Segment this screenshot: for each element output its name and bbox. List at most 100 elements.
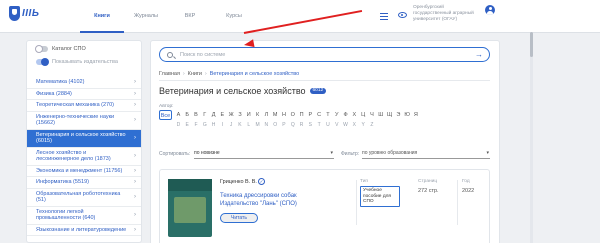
alphabet-letter[interactable]: Ц	[359, 110, 368, 120]
alphabet-letter[interactable]: N	[262, 120, 271, 130]
alphabet-letter[interactable]: J	[227, 120, 236, 130]
alphabet-letter[interactable]: У	[332, 110, 341, 120]
toggle-switch-off[interactable]	[35, 45, 48, 53]
alphabet-letter[interactable]: Л	[262, 110, 271, 120]
toggle-spo-catalog[interactable]: Каталог СПО	[35, 45, 86, 53]
alphabet-filter: Все А Б В Г Д Е Ж З И К Л М Н О П Р С Т У Ф Х Ц Ч Ш Щ Э Ю Я DEFGHIJK…	[159, 110, 490, 130]
alphabet-letter[interactable]: В	[192, 110, 201, 120]
caret-down-icon: ▾	[486, 150, 489, 156]
book-title[interactable]: Техника дрессировки собак	[220, 193, 297, 199]
user-account-icon[interactable]	[485, 5, 495, 15]
book-publisher[interactable]: Издательство "Лань" (СПО)	[220, 201, 297, 207]
alphabet-all-button[interactable]: Все	[159, 110, 172, 120]
category-item-active[interactable]: Ветеринария и сельское хозяйство (6015) ›	[27, 129, 141, 148]
search-bar[interactable]: →	[159, 47, 490, 62]
alphabet-letter[interactable]: E	[183, 120, 192, 130]
chevron-right-icon: ›	[134, 167, 136, 174]
accessibility-eye-icon[interactable]	[398, 12, 407, 18]
alphabet-letter[interactable]: R	[297, 120, 306, 130]
alphabet-letter[interactable]: Р	[306, 110, 315, 120]
alphabet-letter[interactable]: Я	[412, 110, 421, 120]
alphabet-letter[interactable]: З	[236, 110, 245, 120]
toggle-show-publishers[interactable]: Показывать издательства	[36, 58, 118, 66]
alphabet-letter[interactable]: G	[200, 120, 209, 130]
book-cover-image[interactable]	[168, 179, 212, 237]
alphabet-letter[interactable]: Ж	[227, 110, 236, 120]
breadcrumb-books[interactable]: Книги	[188, 71, 202, 77]
alphabet-letter[interactable]: Б	[183, 110, 192, 120]
category-item[interactable]: Инженерно-технические науки (15662) ›	[27, 112, 141, 130]
alphabet-letter[interactable]: H	[209, 120, 218, 130]
category-item[interactable]: Экономика и менеджмент (11756) ›	[27, 166, 141, 177]
alphabet-letter[interactable]: С	[315, 110, 324, 120]
alphabet-letter[interactable]: Е	[218, 110, 227, 120]
alphabet-letter[interactable]: Н	[280, 110, 289, 120]
toggle-switch-on[interactable]	[36, 58, 49, 66]
nav-tab-journals[interactable]: Журналы	[124, 0, 168, 33]
main-content: → Главная › Книги › Ветеринария и сельск…	[150, 40, 500, 243]
book-author[interactable]: Гриценко В. В.	[220, 179, 257, 185]
alphabet-letter[interactable]: К	[253, 110, 262, 120]
alphabet-letter[interactable]: Ч	[368, 110, 377, 120]
nav-tab-courses[interactable]: Курсы	[212, 0, 256, 33]
alphabet-letter[interactable]: M	[253, 120, 262, 130]
logo[interactable]: IIIЬ	[9, 6, 39, 21]
alphabet-letter[interactable]: O	[271, 120, 280, 130]
alphabet-letter[interactable]: F	[192, 120, 201, 130]
breadcrumb-home[interactable]: Главная	[159, 71, 180, 77]
alphabet-letter[interactable]: О	[288, 110, 297, 120]
alphabet-letter[interactable]: Х	[350, 110, 359, 120]
category-item[interactable]: Информатика (5519) ›	[27, 177, 141, 189]
alphabet-letter[interactable]: Z	[368, 120, 377, 130]
category-item[interactable]: Образовательная робототехника (51) ›	[27, 189, 141, 207]
alphabet-letter[interactable]: W	[341, 120, 350, 130]
alphabet-letter[interactable]: T	[315, 120, 324, 130]
arrow-right-icon[interactable]: →	[475, 50, 483, 60]
alphabet-letter[interactable]: X	[350, 120, 359, 130]
alphabet-letter[interactable]: Щ	[385, 110, 394, 120]
alphabet-letter[interactable]: U	[324, 120, 333, 130]
read-button[interactable]: Читать	[220, 213, 258, 223]
alphabet-letter[interactable]: И	[244, 110, 253, 120]
category-item[interactable]: Языкознание и литературоведение ›	[27, 225, 141, 236]
search-icon	[167, 51, 173, 58]
category-item[interactable]: Математика (4102) ›	[27, 77, 141, 89]
pages-header: Страниц	[418, 179, 438, 184]
category-item[interactable]: Теоретическая механика (270) ›	[27, 100, 141, 112]
nav-tab-vkr[interactable]: ВКР	[168, 0, 212, 33]
alphabet-letter[interactable]: Ф	[341, 110, 350, 120]
alphabet-letter[interactable]: М	[271, 110, 280, 120]
alphabet-letter[interactable]: Y	[359, 120, 368, 130]
filter-select[interactable]: по уровню образования ▾	[362, 148, 490, 159]
category-list: Математика (4102) › Физика (2884) › Теорет…	[27, 77, 141, 236]
alphabet-letter[interactable]: Э	[394, 110, 403, 120]
menu-icon[interactable]	[380, 13, 388, 20]
alphabet-letter[interactable]: Ю	[403, 110, 412, 120]
category-item[interactable]: Лесное хозяйство и лесоинженерное дело (…	[27, 148, 141, 166]
nav-tab-books[interactable]: Книги	[80, 0, 124, 33]
type-header: Тип	[360, 179, 368, 184]
page-title-row: Ветеринария и сельское хозяйство 6012	[159, 86, 327, 96]
alphabet-letter[interactable]: Q	[288, 120, 297, 130]
count-badge: 6012	[309, 88, 327, 94]
scrollbar-track[interactable]	[530, 32, 533, 243]
alphabet-letter[interactable]: Т	[324, 110, 333, 120]
alphabet-letter[interactable]: П	[297, 110, 306, 120]
category-item[interactable]: Технологии легкой промышленности (640) ›	[27, 207, 141, 225]
search-input[interactable]	[180, 50, 470, 60]
alphabet-letter[interactable]: K	[236, 120, 245, 130]
alphabet-letter[interactable]: L	[244, 120, 253, 130]
sort-select[interactable]: по новизне ▾	[194, 148, 334, 159]
alphabet-letter[interactable]: Ш	[376, 110, 385, 120]
alphabet-letter[interactable]: P	[280, 120, 289, 130]
sort-filter-row: Сортировать: по новизне ▾ Фильтр: по уро…	[159, 148, 490, 160]
alphabet-letter[interactable]: А	[174, 110, 183, 120]
alphabet-letter[interactable]: Д	[209, 110, 218, 120]
alphabet-letter[interactable]: I	[218, 120, 227, 130]
alphabet-letter[interactable]: S	[306, 120, 315, 130]
alphabet-letter[interactable]: Г	[200, 110, 209, 120]
alphabet-letter[interactable]: D	[174, 120, 183, 130]
category-item[interactable]: Физика (2884) ›	[27, 89, 141, 100]
alphabet-letter[interactable]: V	[332, 120, 341, 130]
scrollbar-thumb[interactable]	[530, 32, 533, 57]
